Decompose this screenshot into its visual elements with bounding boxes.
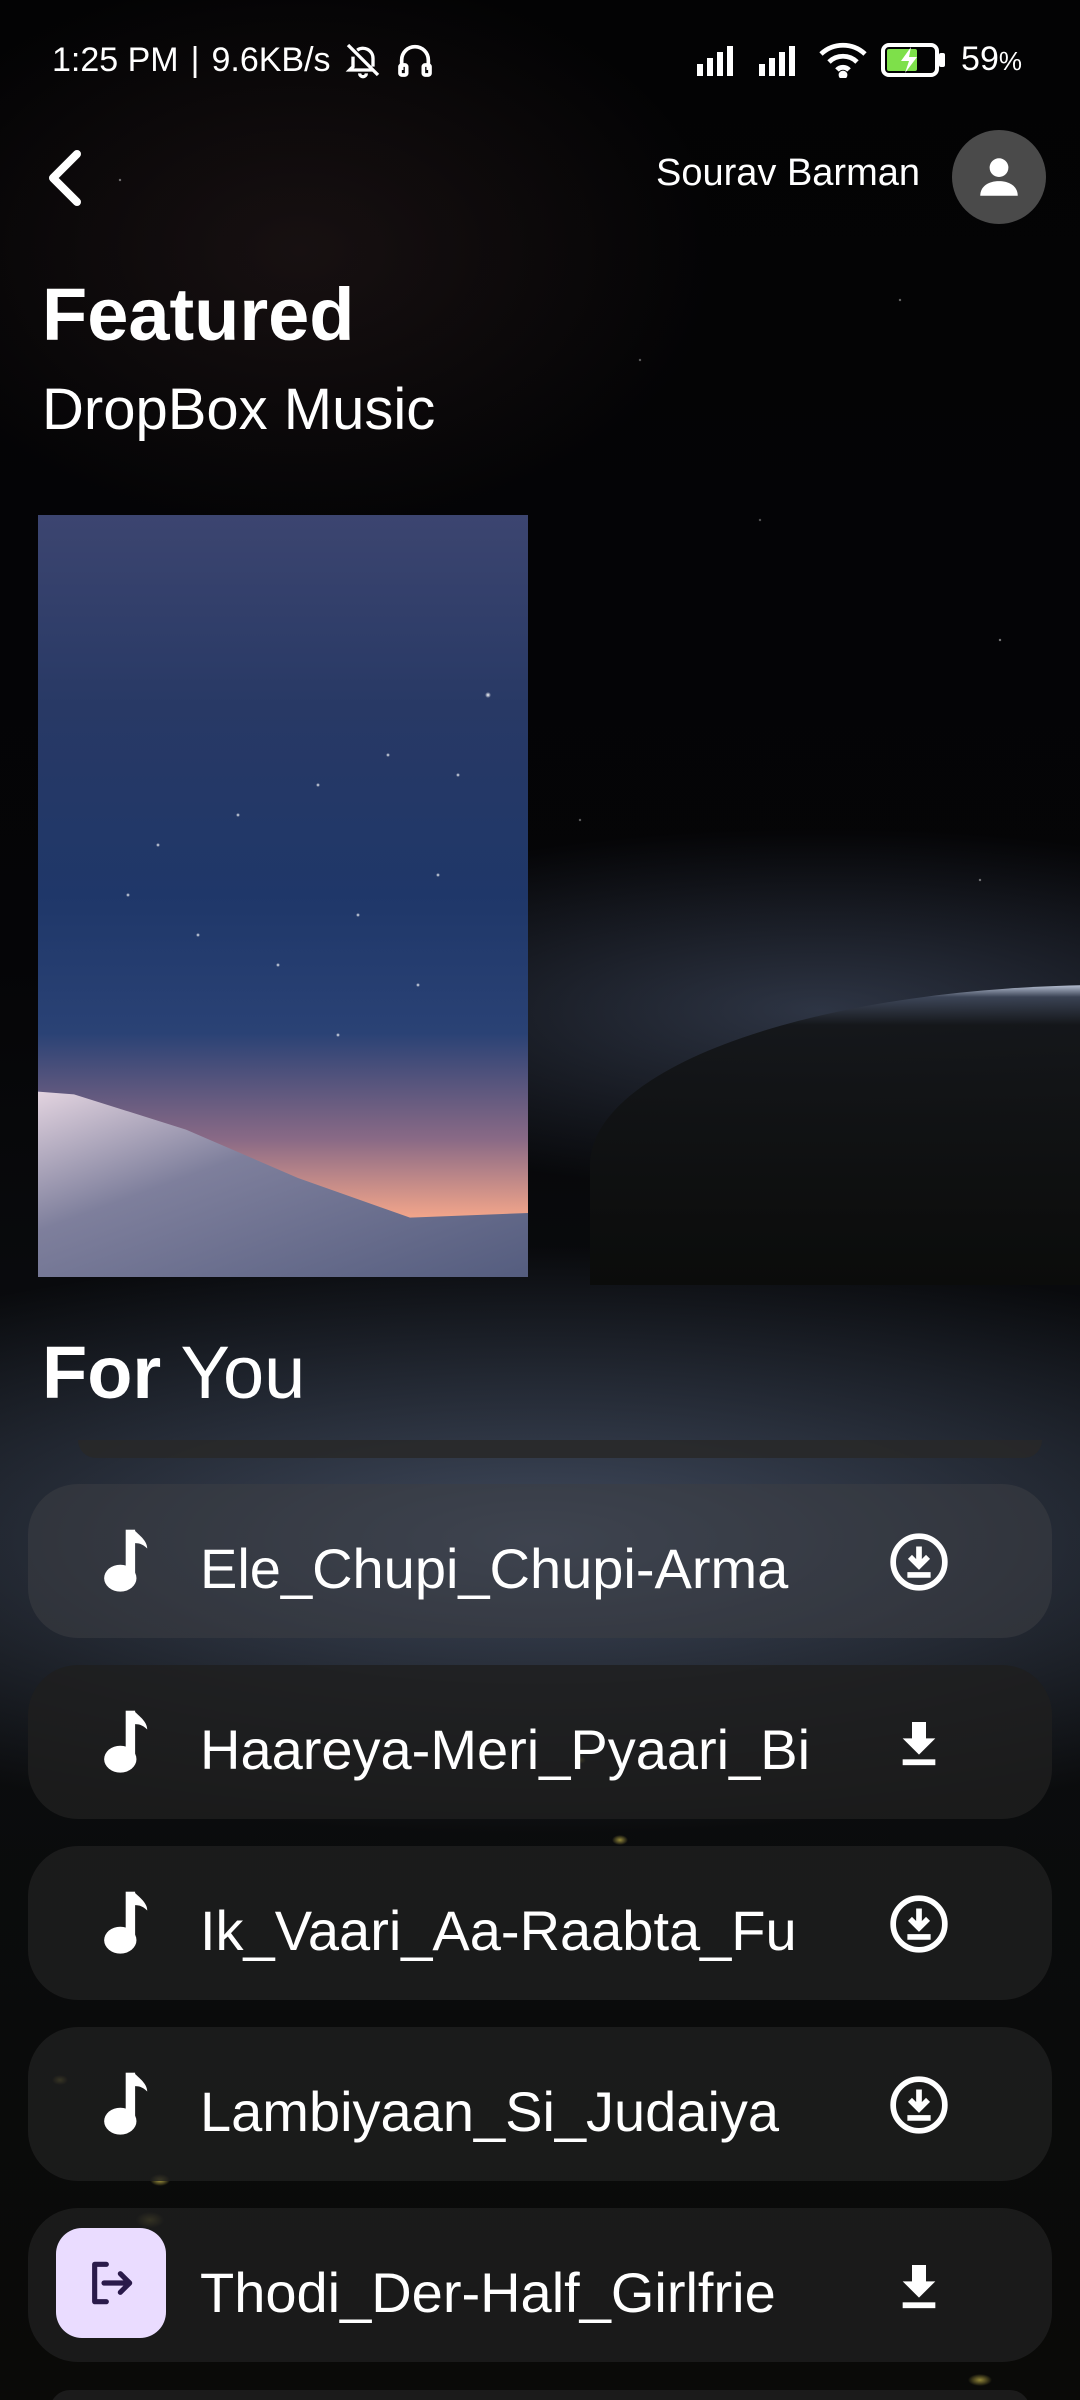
music-note-icon <box>88 1707 158 1779</box>
download-icon[interactable] <box>886 2253 952 2319</box>
song-title: Ele_Chupi_Chupi-Arma <box>200 1537 789 1600</box>
logout-button[interactable] <box>56 2228 166 2338</box>
section-title-bold: For <box>42 1331 162 1414</box>
list-item-peek <box>78 1440 1042 1458</box>
song-row[interactable]: Ele_Chupi_Chupi-Arma <box>28 1484 1052 1638</box>
back-button[interactable] <box>30 135 100 221</box>
music-note-icon <box>88 2069 158 2141</box>
status-bar: 1:25 PM | 9.6KB/s 59% <box>0 0 1080 120</box>
song-row[interactable]: Haareya-Meri_Pyaari_Bi <box>28 1665 1052 1819</box>
chevron-left-icon <box>49 150 81 206</box>
signal-icon <box>695 43 743 77</box>
status-speed: 9.6KB/s <box>211 40 331 79</box>
status-time: 1:25 PM <box>52 40 179 79</box>
song-title: Thodi_Der-Half_Girlfrie <box>200 2261 776 2324</box>
status-separator: | <box>190 40 200 79</box>
headphones-icon <box>395 40 435 80</box>
wifi-icon <box>819 42 867 78</box>
song-row[interactable]: Thodi_Der-Half_Girlfrie <box>28 2208 1052 2362</box>
song-title: Ik_Vaari_Aa-Raabta_Fu <box>200 1899 797 1962</box>
status-right: 59% <box>695 40 1022 79</box>
person-icon <box>980 158 1018 196</box>
song-title: Haareya-Meri_Pyaari_Bi <box>200 1718 811 1781</box>
battery-charging-icon <box>881 42 947 77</box>
music-note-icon <box>88 1526 158 1598</box>
avatar-button[interactable] <box>952 130 1046 224</box>
page-title: Featured <box>42 273 355 356</box>
signal-icon <box>757 43 805 77</box>
section-title-for-you: For You <box>42 1330 305 1415</box>
battery-percent: 59% <box>961 40 1022 78</box>
user-name: Sourav Barman <box>655 152 920 194</box>
download-circle-icon[interactable] <box>886 1529 952 1595</box>
song-row[interactable]: Ik_Vaari_Aa-Raabta_Fu <box>28 1846 1052 2000</box>
featured-card[interactable] <box>38 515 528 1277</box>
list-item-peek <box>50 2390 1030 2400</box>
download-icon[interactable] <box>886 1710 952 1776</box>
logout-icon <box>92 2261 133 2305</box>
download-circle-icon[interactable] <box>886 2072 952 2138</box>
status-left: 1:25 PM | 9.6KB/s <box>52 40 435 80</box>
section-title-rest: You <box>180 1331 306 1414</box>
earth-horizon-image <box>590 985 1080 1285</box>
download-circle-icon[interactable] <box>886 1891 952 1957</box>
song-row[interactable]: Lambiyaan_Si_Judaiya <box>28 2027 1052 2181</box>
bell-off-icon <box>343 40 383 80</box>
song-title: Lambiyaan_Si_Judaiya <box>200 2080 780 2143</box>
screen: 1:25 PM | 9.6KB/s 59% Sourav Barman Feat… <box>0 0 1080 2400</box>
page-subtitle: DropBox Music <box>42 377 436 442</box>
music-note-icon <box>88 1888 158 1960</box>
